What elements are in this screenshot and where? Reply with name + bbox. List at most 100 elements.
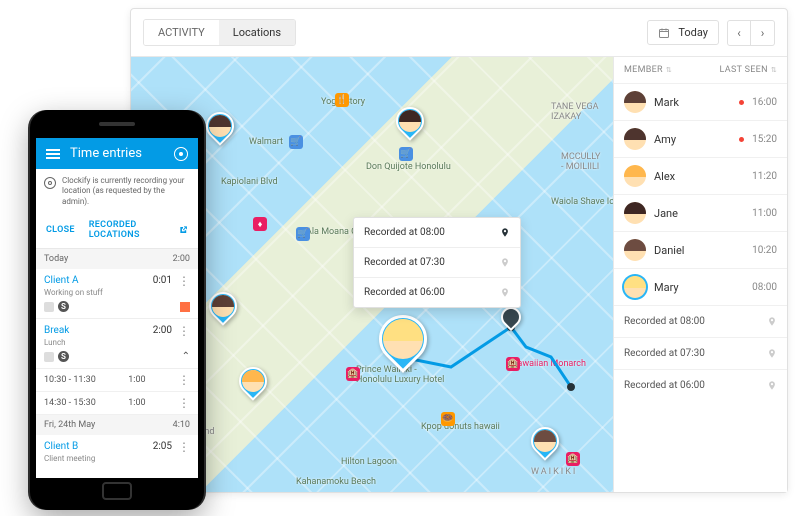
poi-icon: 🛒: [399, 147, 413, 161]
view-tabs: ACTIVITY Locations: [143, 19, 296, 46]
recorded-label: Recorded at 08:00: [624, 316, 705, 327]
recorded-popup-row[interactable]: Recorded at 07:30: [354, 248, 520, 278]
member-row[interactable]: Jane11:00: [614, 194, 787, 231]
entry-title: Client A: [44, 275, 153, 286]
member-row[interactable]: Daniel 10:20: [614, 231, 787, 268]
poi-icon: 🍴: [335, 93, 349, 107]
member-pin-selected[interactable]: [369, 305, 437, 373]
map-label: Kahanamoku Beach: [296, 477, 376, 487]
member-row[interactable]: Alex11:20: [614, 157, 787, 194]
target-icon: [44, 177, 56, 189]
entry-menu-icon[interactable]: ⋮: [178, 400, 190, 406]
location-icon: [500, 256, 510, 269]
entry-menu-icon[interactable]: ⋮: [178, 328, 190, 334]
last-seen-time: 10:20: [752, 245, 777, 256]
map-label: Walmart: [249, 137, 283, 147]
member-pin[interactable]: [525, 421, 565, 461]
member-pin[interactable]: [200, 106, 240, 146]
entry-title: Break: [44, 325, 153, 336]
map-label: Hilton Lagoon: [341, 457, 397, 467]
map-label: Ala Moana C: [306, 227, 357, 237]
member-name: Jane: [654, 207, 744, 220]
last-seen-time: 11:20: [752, 171, 777, 182]
last-seen-time: 15:20: [752, 134, 777, 145]
map-label: Kapiolani Blvd: [221, 177, 278, 187]
calendar-icon: [658, 27, 670, 39]
members-header: MEMBER⇅ LAST SEEN⇅: [614, 57, 787, 83]
last-seen-time: 08:00: [752, 282, 777, 293]
recorded-row[interactable]: Recorded at 08:00: [614, 305, 787, 337]
recorded-popup-row[interactable]: Recorded at 06:00: [354, 278, 520, 307]
map-label: MCCULLY - MOILIILI: [561, 152, 600, 172]
location-icon: [767, 379, 777, 392]
phone-screen: Time entries Clockify is currently recor…: [36, 138, 198, 478]
map-label: Don Quijote Honolulu: [366, 162, 451, 172]
date-picker[interactable]: Today: [647, 20, 719, 45]
avatar: [624, 165, 646, 187]
sub-time-entry[interactable]: 10:30 - 11:30 1:00 ⋮: [36, 369, 198, 392]
members-panel: MEMBER⇅ LAST SEEN⇅ Mark16:00Amy15:20Alex…: [613, 57, 787, 492]
member-pin[interactable]: [390, 101, 430, 141]
entry-title: Client B: [44, 441, 153, 452]
avatar: [624, 276, 646, 298]
desktop-header: ACTIVITY Locations Today ‹ ›: [131, 9, 787, 56]
recorded-row[interactable]: Recorded at 07:30: [614, 337, 787, 369]
date-label: Today: [678, 26, 708, 39]
member-name: Mark: [654, 96, 731, 109]
recorded-label: Recorded at 07:30: [624, 348, 705, 359]
date-next-button[interactable]: ›: [751, 20, 775, 46]
date-prev-button[interactable]: ‹: [727, 20, 751, 46]
billable-icon: S: [58, 301, 69, 312]
member-name: Mary: [654, 281, 744, 294]
section-header-today: Today 2:00: [36, 249, 198, 269]
poi-icon: 🏨: [346, 367, 360, 381]
stop-icon[interactable]: [180, 302, 190, 312]
col-member[interactable]: MEMBER⇅: [624, 65, 672, 75]
location-icon: [500, 226, 510, 239]
map-label: Hawaiian Monarch: [511, 359, 586, 369]
avatar: [624, 202, 646, 224]
recorded-row[interactable]: Recorded at 06:00: [614, 369, 787, 401]
member-pin[interactable]: [233, 361, 273, 401]
member-name: Daniel: [654, 244, 744, 257]
entry-time: 2:00: [153, 325, 172, 336]
billable-icon: S: [58, 351, 69, 362]
entry-description: Working on stuff: [44, 288, 190, 297]
tab-locations[interactable]: Locations: [219, 20, 295, 45]
tab-activity[interactable]: ACTIVITY: [144, 20, 219, 45]
appbar: Time entries: [36, 138, 198, 169]
member-row[interactable]: Amy15:20: [614, 120, 787, 157]
location-icon: [500, 286, 510, 299]
tag-icon: [44, 352, 54, 362]
sort-icon: ⇅: [771, 66, 777, 74]
col-lastseen[interactable]: LAST SEEN⇅: [720, 65, 777, 75]
tag-icon: [44, 302, 54, 312]
external-link-icon: [179, 225, 188, 235]
entry-menu-icon[interactable]: ⋮: [178, 444, 190, 450]
time-entry[interactable]: Client B 2:05 ⋮ Client meeting: [36, 435, 198, 469]
menu-icon[interactable]: [46, 149, 60, 159]
sub-time-entry[interactable]: 14:30 - 15:30 1:00 ⋮: [36, 392, 198, 415]
member-pin[interactable]: [203, 286, 243, 326]
avatar: [624, 128, 646, 150]
avatar: [624, 91, 646, 113]
desktop-window: ACTIVITY Locations Today ‹ › YogurStory …: [130, 8, 788, 493]
member-row[interactable]: Mark16:00: [614, 83, 787, 120]
member-row[interactable]: Mary 08:00: [614, 268, 787, 305]
live-dot-icon: [739, 137, 744, 142]
entry-time: 0:01: [153, 275, 172, 286]
poi-icon: 🛒: [296, 227, 310, 241]
time-entry[interactable]: Client A 0:01 ⋮ Working on stuff S: [36, 269, 198, 319]
recorded-locations-button[interactable]: RECORDED LOCATIONS: [89, 220, 188, 240]
appbar-title: Time entries: [70, 146, 164, 161]
locate-icon[interactable]: [174, 147, 188, 161]
recorded-popup-row[interactable]: Recorded at 08:00: [354, 218, 520, 248]
time-entry[interactable]: Break 2:00 ⋮ Lunch S ⌃: [36, 319, 198, 369]
live-dot-icon: [739, 100, 744, 105]
chevron-up-icon[interactable]: ⌃: [182, 351, 190, 362]
entry-menu-icon[interactable]: ⋮: [178, 278, 190, 284]
entry-menu-icon[interactable]: ⋮: [178, 377, 190, 383]
poi-icon: 🏨: [506, 357, 520, 371]
poi-icon: 🛒: [289, 135, 303, 149]
close-button[interactable]: CLOSE: [46, 220, 75, 240]
